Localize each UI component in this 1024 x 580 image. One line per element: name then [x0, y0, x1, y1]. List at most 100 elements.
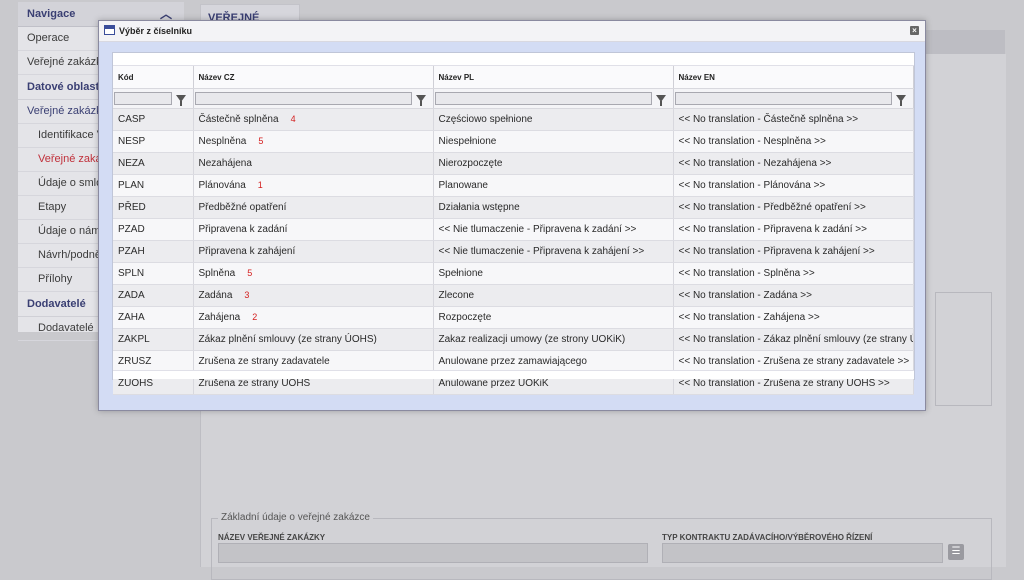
- cell-name-cz-text: Připravena k zadání: [198, 224, 288, 235]
- cell-name-cz-text: Plánována: [198, 180, 246, 191]
- cell-name-en: << No translation - Nezahájena >>: [673, 152, 914, 175]
- column-header-name-pl[interactable]: Název PL: [433, 66, 674, 89]
- contract-type-label: TYP KONTRAKTU ZADÁVACÍHO/VÝBĚROVÉHO ŘÍZE…: [662, 533, 873, 542]
- column-header-code[interactable]: Kód: [113, 66, 194, 89]
- annotation-number: 5: [247, 268, 253, 278]
- filter-cell-pl: [433, 88, 674, 109]
- cell-name-en: << No translation - Zákaz plnění smlouvy…: [673, 328, 914, 351]
- cell-name-cz-text: Zrušena ze strany zadavatele: [198, 356, 330, 367]
- table-row[interactable]: NEZA Nezahájena Nierozpoczęte << No transla…: [113, 152, 914, 175]
- cell-code: NESP: [113, 130, 194, 153]
- cell-name-cz: Částečně splněna 4: [193, 108, 434, 131]
- cell-code: ZADA: [113, 284, 194, 307]
- cell-name-en: << No translation - Zadána >>: [673, 284, 914, 307]
- table-row[interactable]: ZAKPL Zákaz plnění smlouvy (ze strany ÚOH…: [113, 328, 914, 351]
- close-icon[interactable]: ×: [910, 26, 919, 35]
- cell-code: PZAH: [113, 240, 194, 263]
- cell-name-cz-text: Částečně splněna: [198, 114, 279, 125]
- cell-name-cz: Nezahájena: [193, 152, 434, 175]
- cell-name-cz: Nesplněna 5: [193, 130, 434, 153]
- cell-code: PŘED: [113, 196, 194, 219]
- codelist-table: Kód Název CZ Název PL Název EN CASP Částe…: [113, 66, 914, 395]
- filter-icon[interactable]: [415, 95, 426, 106]
- filter-input-en[interactable]: [674, 92, 892, 105]
- cell-name-cz-text: Zadána: [198, 290, 233, 301]
- contract-type-input[interactable]: [662, 543, 943, 563]
- cell-name-en: << No translation - Připravena k zahájen…: [673, 240, 914, 263]
- cell-name-cz-text: Zákaz plnění smlouvy (ze strany ÚOHS): [198, 334, 377, 345]
- dialog-body: Kód Název CZ Název PL Název EN CASP Částe…: [99, 42, 925, 410]
- table-row[interactable]: SPLN Splněna 5 Spełnione << No translation -…: [113, 262, 914, 285]
- cell-name-cz: Zadána 3: [193, 284, 434, 307]
- cell-code: PLAN: [113, 174, 194, 197]
- annotation-number: 4: [290, 114, 296, 124]
- cell-name-en: << No translation - Nesplněna >>: [673, 130, 914, 153]
- filter-icon[interactable]: [895, 95, 906, 106]
- fieldset-legend: Základní údaje o veřejné zakázce: [218, 512, 373, 523]
- cell-name-en: << No translation - Plánována >>: [673, 174, 914, 197]
- grid-footer: [113, 370, 914, 379]
- cell-name-cz: Splněna 5: [193, 262, 434, 285]
- table-row[interactable]: PLAN Plánována 1 Planowane << No translation…: [113, 174, 914, 197]
- cell-name-pl: Rozpoczęte: [433, 306, 674, 329]
- annotation-number: 1: [257, 180, 263, 190]
- table-row[interactable]: ZADA Zadána 3 Zlecone << No translation - Za…: [113, 284, 914, 307]
- grid-body: CASP Částečně splněna 4 Częściowo spełnione…: [113, 108, 914, 395]
- filter-row: [113, 88, 914, 109]
- annotation-number: 3: [244, 290, 250, 300]
- cell-name-cz: Předběžné opatření: [193, 196, 434, 219]
- content-box: [935, 292, 992, 406]
- list-icon[interactable]: ☰: [948, 544, 964, 560]
- cell-name-pl: Zakaz realizacji umowy (ze strony UOKiK): [433, 328, 674, 351]
- cell-name-pl: Nierozpoczęte: [433, 152, 674, 175]
- filter-input-pl[interactable]: [434, 92, 652, 105]
- filter-input-code[interactable]: [114, 92, 172, 105]
- cell-name-cz-text: Připravena k zahájení: [198, 246, 296, 257]
- cell-name-cz-text: Nesplněna: [198, 136, 247, 147]
- cell-code: SPLN: [113, 262, 194, 285]
- grid-toolbar: [113, 53, 914, 66]
- cell-code: ZAKPL: [113, 328, 194, 351]
- cell-name-pl: Niespełnione: [433, 130, 674, 153]
- cell-name-cz: Připravena k zahájení: [193, 240, 434, 263]
- annotation-number: 5: [258, 136, 264, 146]
- cell-name-cz: Plánována 1: [193, 174, 434, 197]
- table-row[interactable]: PZAH Připravena k zahájení << Nie tlumacze…: [113, 240, 914, 263]
- cell-code: PZAD: [113, 218, 194, 241]
- contract-name-label: NÁZEV VEŘEJNÉ ZAKÁZKY: [218, 533, 326, 542]
- cell-name-cz: Zákaz plnění smlouvy (ze strany ÚOHS): [193, 328, 434, 351]
- nav-header-label: Navigace: [27, 8, 76, 20]
- cell-name-cz: Zahájena 2: [193, 306, 434, 329]
- filter-cell-en: [673, 88, 914, 109]
- filter-input-cz[interactable]: [194, 92, 412, 105]
- cell-code: CASP: [113, 108, 194, 131]
- table-row[interactable]: PZAD Připravena k zadání << Nie tlumaczeni…: [113, 218, 914, 241]
- cell-name-pl: << Nie tlumaczenie - Připravena k zadání…: [433, 218, 674, 241]
- cell-name-en: << No translation - Zahájena >>: [673, 306, 914, 329]
- cell-name-pl: Zlecone: [433, 284, 674, 307]
- column-header-name-cz[interactable]: Název CZ: [193, 66, 434, 89]
- dialog-title: Výběr z číselníku: [119, 26, 193, 36]
- cell-name-en: << No translation - Splněna >>: [673, 262, 914, 285]
- table-row[interactable]: ZAHA Zahájena 2 Rozpoczęte << No translation…: [113, 306, 914, 329]
- cell-name-cz-text: Splněna: [198, 268, 236, 279]
- cell-code: ZAHA: [113, 306, 194, 329]
- filter-cell-code: [113, 88, 194, 109]
- table-row[interactable]: NESP Nesplněna 5 Niespełnione << No translat…: [113, 130, 914, 153]
- cell-name-pl: << Nie tlumaczenie - Připravena k zaháje…: [433, 240, 674, 263]
- contract-name-input[interactable]: [218, 543, 648, 563]
- filter-cell-cz: [193, 88, 434, 109]
- cell-name-en: << No translation - Částečně splněna >>: [673, 108, 914, 131]
- cell-name-en: << No translation - Předběžné opatření >…: [673, 196, 914, 219]
- filter-icon[interactable]: [175, 95, 186, 106]
- cell-code: NEZA: [113, 152, 194, 175]
- codelist-grid: Kód Název CZ Název PL Název EN CASP Částe…: [112, 52, 915, 395]
- filter-icon[interactable]: [655, 95, 666, 106]
- header-row: Kód Název CZ Název PL Název EN: [113, 66, 914, 89]
- cell-name-pl: Częściowo spełnione: [433, 108, 674, 131]
- table-row[interactable]: CASP Částečně splněna 4 Częściowo spełnione…: [113, 108, 914, 131]
- column-header-name-en[interactable]: Název EN: [673, 66, 914, 89]
- cell-name-pl: Planowane: [433, 174, 674, 197]
- table-row[interactable]: PŘED Předběžné opatření Działania wstępne <…: [113, 196, 914, 219]
- annotation-number: 2: [252, 312, 258, 322]
